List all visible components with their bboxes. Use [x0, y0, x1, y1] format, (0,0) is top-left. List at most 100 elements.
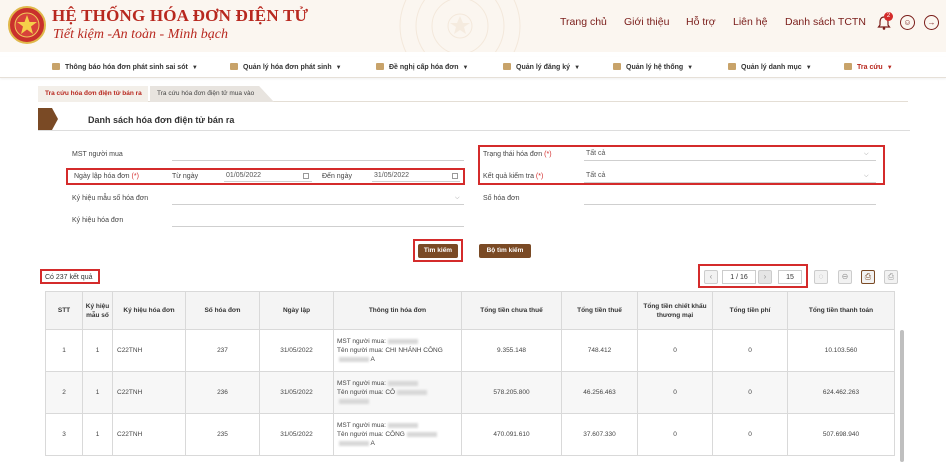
col-fee: Tổng tiền phí — [712, 291, 788, 330]
cell-info: MST người mua: Tên người mua: CÔ — [333, 371, 462, 414]
logout-icon[interactable]: → — [924, 15, 939, 30]
redacted-mark — [387, 338, 418, 344]
caret-down-icon: ▼ — [462, 65, 469, 71]
col-number: Số hóa đơn — [185, 291, 260, 330]
status-select[interactable]: Tất cả — [586, 150, 605, 157]
col-discount: Tổng tiền chiết khấu thương mại — [637, 291, 713, 330]
number-label: Số hóa đơn — [483, 195, 520, 202]
cell-symbol: C22TNH — [112, 413, 186, 456]
chevron-down-icon: ⌵ — [864, 173, 869, 179]
result-count: Có 237 kết quả — [45, 274, 93, 281]
main-menu: Thông báo hóa đơn phát sinh sai sót ▼ Quả… — [0, 57, 946, 78]
calendar-icon[interactable] — [452, 173, 458, 179]
check-select[interactable]: Tất cả — [586, 172, 605, 179]
menu-invoice-management[interactable]: Quản lý hóa đơn phát sinh ▼ — [230, 63, 342, 71]
cell-discount: 0 — [637, 371, 713, 414]
filter-button[interactable]: Bộ tìm kiếm — [479, 244, 531, 258]
cell-fee: 0 — [712, 329, 788, 372]
col-template: Ký hiệu mẫu số — [82, 291, 113, 330]
to-date-input[interactable]: 31/05/2022 — [374, 172, 409, 179]
prev-page-button[interactable]: ‹ — [704, 270, 718, 284]
next-page-button[interactable]: › — [758, 270, 772, 284]
minus-icon[interactable]: ⊖ — [838, 270, 852, 284]
redacted-mark — [397, 389, 428, 395]
header: HỆ THỐNG HÓA ĐƠN ĐIỆN TỬ Tiết kiệm -An t… — [0, 0, 946, 52]
cell-date: 31/05/2022 — [259, 329, 334, 372]
menu-catalog[interactable]: Quản lý danh mục ▼ — [728, 63, 812, 71]
redacted-mark — [387, 380, 418, 386]
status-underline — [584, 160, 876, 161]
table-row[interactable]: 1 1 C22TNH 237 31/05/2022 MST người mua:… — [45, 329, 895, 372]
nav-home[interactable]: Trang chủ — [560, 16, 607, 28]
col-date: Ngày lập — [259, 291, 334, 330]
cell-discount: 0 — [637, 329, 713, 372]
page-indicator: 1 / 16 — [722, 270, 756, 284]
menu-request-invoice[interactable]: Đề nghị cấp hóa đơn ▼ — [376, 63, 469, 71]
export-icon[interactable]: ⎙ — [884, 270, 898, 284]
table-row[interactable]: 2 1 C22TNH 236 31/05/2022 MST người mua:… — [45, 371, 895, 414]
table-scrollbar[interactable] — [900, 330, 904, 462]
refresh-icon[interactable]: ◌ — [814, 270, 828, 284]
cell-symbol: C22TNH — [112, 371, 186, 414]
cell-number: 236 — [185, 371, 260, 414]
status-label: Trạng thái hóa đơn (*) — [483, 151, 552, 158]
table-header-row: STT Ký hiệu mẫu số Ký hiệu hóa đơn Số hó… — [45, 291, 895, 330]
menu-system[interactable]: Quản lý hệ thống ▼ — [613, 63, 693, 71]
cell-stt: 2 — [45, 371, 83, 414]
nav-support[interactable]: Hỗ trợ — [686, 16, 716, 28]
col-pretax: Tổng tiền chưa thuế — [461, 291, 562, 330]
redacted-mark — [406, 431, 437, 437]
from-date-input[interactable]: 01/05/2022 — [226, 172, 261, 179]
number-input[interactable] — [584, 204, 876, 205]
template-select[interactable] — [172, 204, 464, 205]
emblem-logo-icon — [8, 6, 46, 44]
cell-tax: 37.607.330 — [561, 413, 638, 456]
redacted-mark — [339, 356, 369, 362]
nav-contact[interactable]: Liên hệ — [733, 16, 767, 28]
menu-registration[interactable]: Quản lý đăng ký ▼ — [503, 63, 580, 71]
search-button[interactable]: Tìm kiếm — [418, 244, 458, 258]
cell-total: 10.103.560 — [787, 329, 895, 372]
symbol-input[interactable] — [172, 226, 464, 227]
cell-total: 507.698.940 — [787, 413, 895, 456]
to-date-underline — [372, 181, 460, 182]
tab-bar: Tra cứu hóa đơn điện tử bán ra Tra cứu h… — [38, 86, 908, 102]
cell-stt: 1 — [45, 329, 83, 372]
nav-about[interactable]: Giới thiệu — [624, 16, 669, 28]
from-date-label: Từ ngày — [172, 173, 199, 180]
cell-template: 1 — [82, 371, 113, 414]
brand-title: HỆ THỐNG HÓA ĐƠN ĐIỆN TỬ — [52, 6, 309, 25]
print-icon[interactable]: ⎙ — [861, 270, 875, 284]
caret-down-icon: ▼ — [191, 65, 198, 71]
cell-tax: 46.256.463 — [561, 371, 638, 414]
template-label: Ký hiệu mẫu số hóa đơn — [72, 195, 149, 202]
chevron-down-icon: ⌵ — [455, 195, 460, 201]
col-stt: STT — [45, 291, 83, 330]
page-size-select[interactable]: 15 — [778, 270, 802, 284]
invoice-icon — [230, 63, 238, 70]
caret-down-icon: ▼ — [886, 65, 893, 71]
cell-number: 237 — [185, 329, 260, 372]
chevron-down-icon: ⌵ — [864, 151, 869, 157]
redacted-mark — [339, 440, 369, 446]
cell-date: 31/05/2022 — [259, 413, 334, 456]
menu-lookup[interactable]: Tra cứu ▼ — [844, 63, 893, 71]
notification-badge: 2 — [884, 12, 893, 21]
tab-sold-invoices[interactable]: Tra cứu hóa đơn điện tử bán ra — [38, 86, 148, 102]
cell-symbol: C22TNH — [112, 329, 186, 372]
menu-error-notice[interactable]: Thông báo hóa đơn phát sinh sai sót ▼ — [52, 63, 198, 71]
cell-tax: 748.412 — [561, 329, 638, 372]
lookup-icon — [844, 63, 852, 70]
mst-input[interactable] — [172, 160, 464, 161]
user-icon[interactable]: ☺ — [900, 15, 915, 30]
nav-tctn-list[interactable]: Danh sách TCTN — [785, 16, 866, 28]
cell-stt: 3 — [45, 413, 83, 456]
cell-discount: 0 — [637, 413, 713, 456]
calendar-icon[interactable] — [303, 173, 309, 179]
tab-purchased-invoices[interactable]: Tra cứu hóa đơn điện tử mua vào — [150, 86, 274, 102]
system-icon — [613, 63, 621, 70]
cell-pretax: 9.355.148 — [461, 329, 562, 372]
card-header: Danh sách hóa đơn điện tử bán ra — [38, 108, 910, 130]
check-underline — [584, 182, 876, 183]
table-row[interactable]: 3 1 C22TNH 235 31/05/2022 MST người mua:… — [45, 413, 895, 456]
